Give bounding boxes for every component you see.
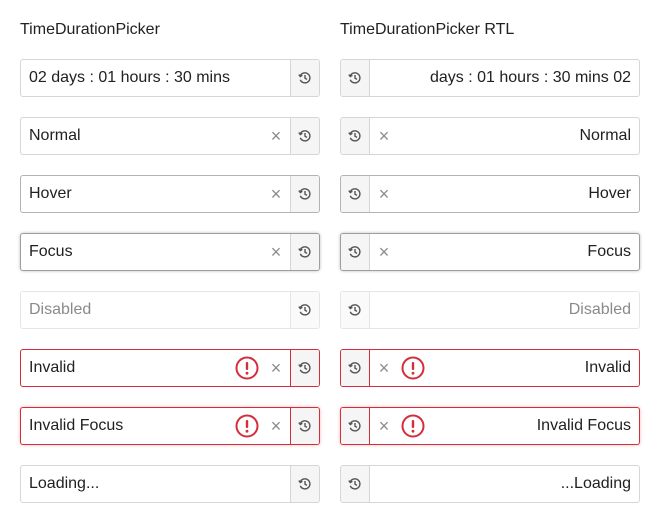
history-icon[interactable] <box>341 234 370 270</box>
rtl-normal-field[interactable]: × Normal <box>340 117 640 155</box>
history-icon <box>341 292 370 328</box>
rtl-invalid-focus-field[interactable]: × Invalid Focus <box>340 407 640 445</box>
rtl-heading: TimeDurationPicker RTL <box>340 21 515 38</box>
ltr-default-value: 02 days : 01 hours : 30 mins <box>29 69 230 86</box>
history-icon[interactable] <box>341 466 370 502</box>
error-circle-icon <box>232 408 262 444</box>
history-icon[interactable] <box>341 118 370 154</box>
rtl-default-field[interactable]: days : 01 hours : 30 mins 02 <box>340 59 640 97</box>
ltr-loading-value: Loading... <box>29 475 100 492</box>
rtl-invalid-field[interactable]: × Invalid <box>340 349 640 387</box>
ltr-hover-value: Hover <box>29 185 72 202</box>
history-icon[interactable] <box>290 466 319 502</box>
history-icon[interactable] <box>341 176 370 212</box>
ltr-normal-value: Normal <box>29 127 81 144</box>
ltr-invalid-focus-field[interactable]: Invalid Focus × <box>20 407 320 445</box>
history-icon[interactable] <box>290 118 319 154</box>
history-icon[interactable] <box>290 176 319 212</box>
ltr-normal-field[interactable]: Normal × <box>20 117 320 155</box>
history-icon[interactable] <box>290 60 319 96</box>
clear-icon[interactable]: × <box>370 350 398 386</box>
history-icon[interactable] <box>290 234 319 270</box>
rtl-invalid-focus-value: Invalid Focus <box>536 417 631 434</box>
history-icon[interactable] <box>341 350 370 386</box>
history-icon <box>290 292 319 328</box>
rtl-normal-value: Normal <box>579 127 631 144</box>
rtl-focus-field[interactable]: × Focus <box>340 233 640 271</box>
clear-icon[interactable]: × <box>262 234 290 270</box>
ltr-invalid-focus-value: Invalid Focus <box>29 417 124 434</box>
ltr-invalid-value: Invalid <box>29 359 76 376</box>
history-icon[interactable] <box>341 408 370 444</box>
clear-icon[interactable]: × <box>370 408 398 444</box>
clear-icon[interactable]: × <box>262 176 290 212</box>
ltr-heading: TimeDurationPicker <box>20 21 160 38</box>
rtl-disabled-field: Disabled <box>340 291 640 329</box>
clear-icon[interactable]: × <box>370 176 398 212</box>
clear-icon[interactable]: × <box>262 408 290 444</box>
error-circle-icon <box>398 350 428 386</box>
rtl-focus-value: Focus <box>587 243 631 260</box>
rtl-default-value: days : 01 hours : 30 mins 02 <box>430 69 631 86</box>
ltr-hover-field[interactable]: Hover × <box>20 175 320 213</box>
history-icon[interactable] <box>290 408 319 444</box>
rtl-disabled-value: Disabled <box>568 301 631 318</box>
rtl-invalid-value: Invalid <box>584 359 631 376</box>
ltr-focus-field[interactable]: Focus × <box>20 233 320 271</box>
ltr-disabled-field: Disabled <box>20 291 320 329</box>
history-icon[interactable] <box>290 350 319 386</box>
clear-icon[interactable]: × <box>370 234 398 270</box>
rtl-hover-value: Hover <box>588 185 631 202</box>
ltr-default-field[interactable]: 02 days : 01 hours : 30 mins <box>20 59 320 97</box>
error-circle-icon <box>232 350 262 386</box>
clear-icon[interactable]: × <box>262 118 290 154</box>
history-icon[interactable] <box>341 60 370 96</box>
ltr-invalid-field[interactable]: Invalid × <box>20 349 320 387</box>
ltr-focus-value: Focus <box>29 243 73 260</box>
rtl-loading-field[interactable]: ...Loading <box>340 465 640 503</box>
rtl-loading-value: ...Loading <box>560 475 631 492</box>
ltr-disabled-value: Disabled <box>29 301 92 318</box>
clear-icon[interactable]: × <box>370 118 398 154</box>
clear-icon[interactable]: × <box>262 350 290 386</box>
error-circle-icon <box>398 408 428 444</box>
rtl-hover-field[interactable]: × Hover <box>340 175 640 213</box>
ltr-loading-field[interactable]: Loading... <box>20 465 320 503</box>
